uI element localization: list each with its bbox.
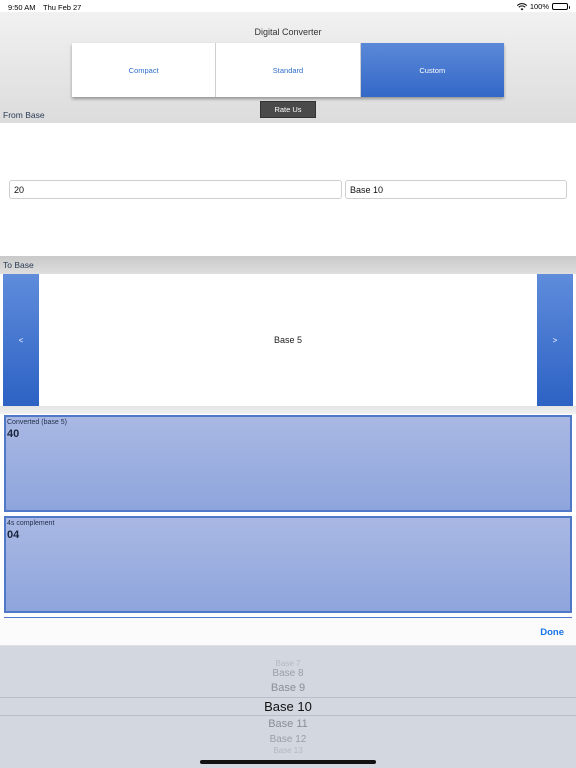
- picker-item-selected[interactable]: Base 10: [0, 699, 576, 714]
- status-date: Thu Feb 27: [43, 3, 82, 12]
- rate-us-button[interactable]: Rate Us: [260, 101, 316, 118]
- prev-base-button[interactable]: <: [3, 274, 39, 406]
- number-input[interactable]: 20: [9, 180, 342, 199]
- complement-value: 04: [7, 529, 20, 541]
- battery-percent: 100%: [529, 2, 549, 11]
- complement-result-box: 4s complement 04: [4, 516, 572, 613]
- picker-item[interactable]: Base 8: [0, 668, 576, 679]
- from-base-label: From Base: [3, 110, 45, 120]
- segment-standard[interactable]: Standard: [216, 43, 361, 97]
- picker-toolbar: Done: [0, 618, 576, 646]
- converted-label: Converted (base 5): [7, 419, 67, 426]
- picker-item[interactable]: Base 11: [0, 718, 576, 730]
- status-right: 100%: [516, 2, 570, 11]
- home-indicator: [200, 760, 376, 764]
- mode-segmented-control: Compact Standard Custom: [72, 43, 504, 97]
- wifi-icon: [516, 2, 527, 10]
- done-button[interactable]: Done: [540, 627, 564, 638]
- app-title: Digital Converter: [254, 27, 322, 37]
- to-base-band: [0, 256, 576, 274]
- divider: [0, 406, 576, 414]
- segment-custom[interactable]: Custom: [360, 43, 504, 97]
- from-base-field[interactable]: Base 10: [345, 180, 567, 199]
- to-base-value: Base 5: [273, 335, 303, 345]
- from-base-panel: 20 Base 10: [3, 123, 573, 256]
- segment-compact[interactable]: Compact: [72, 43, 217, 97]
- header-area: Digital Converter Compact Standard Custo…: [0, 12, 576, 123]
- battery-icon: [552, 3, 570, 10]
- base-picker[interactable]: Base 7 Base 8 Base 9 Base 10 Base 11 Bas…: [0, 646, 576, 768]
- picker-item[interactable]: Base 12: [0, 734, 576, 745]
- picker-item[interactable]: Base 9: [0, 682, 576, 694]
- status-time: 9:50 AM: [8, 3, 36, 12]
- picker-item[interactable]: Base 7: [0, 659, 576, 668]
- complement-label: 4s complement: [7, 520, 55, 527]
- converted-value: 40: [7, 428, 20, 440]
- to-base-panel: < Base 5 >: [3, 274, 573, 406]
- to-base-label: To Base: [3, 260, 34, 270]
- converted-result-box: Converted (base 5) 40: [4, 415, 572, 512]
- next-base-button[interactable]: >: [537, 274, 573, 406]
- picker-item[interactable]: Base 13: [0, 746, 576, 755]
